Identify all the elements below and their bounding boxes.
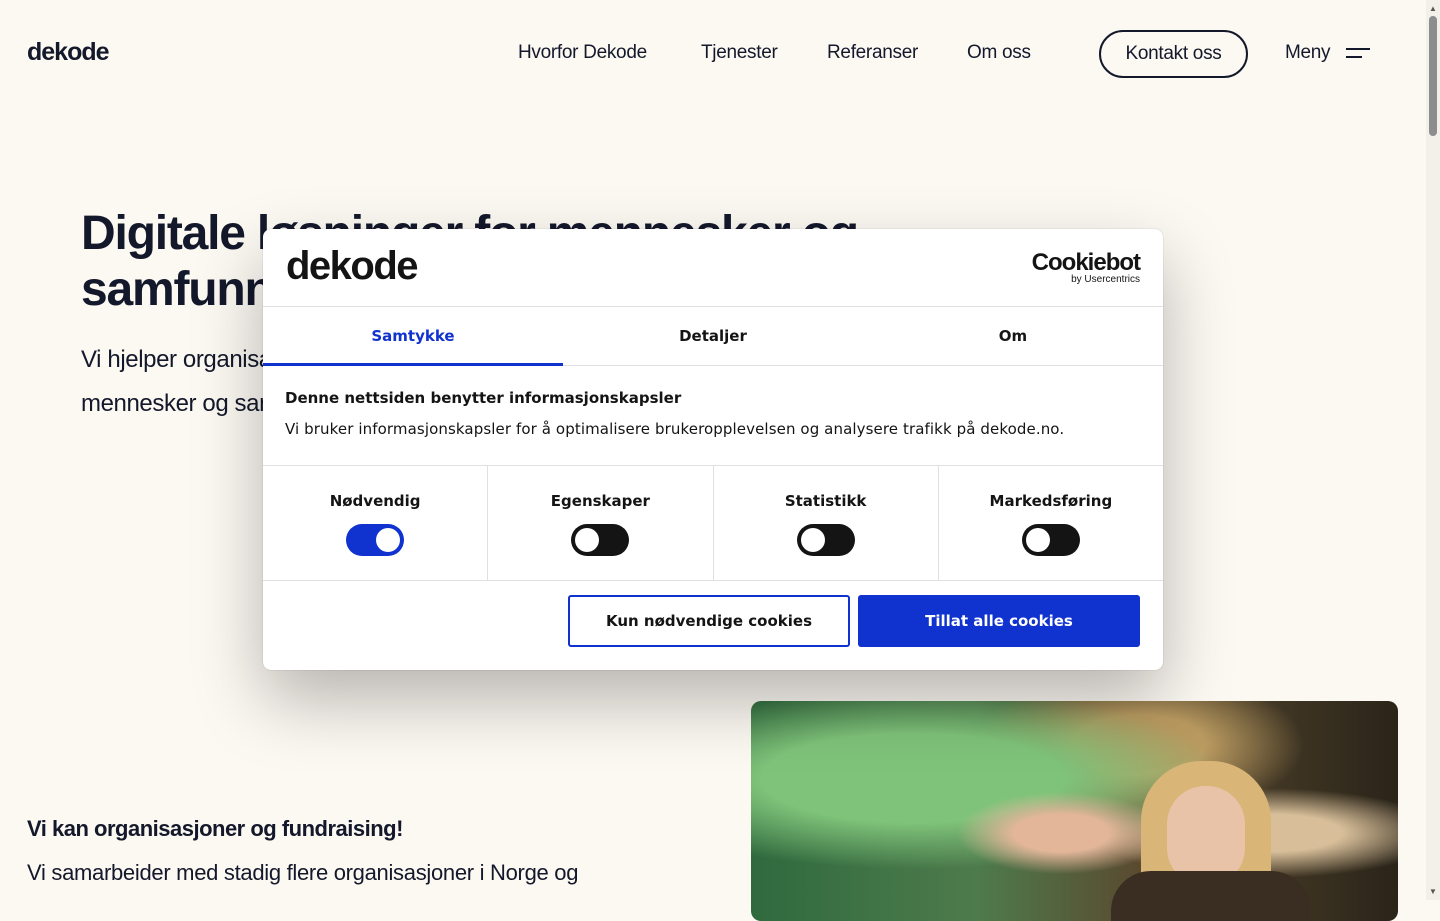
toggle-knob bbox=[575, 528, 600, 552]
section-title: Vi kan organisasjoner og fundraising! bbox=[27, 816, 403, 841]
photo-person-coat bbox=[1111, 871, 1311, 921]
cookiebot-subtitle: by Usercentrics bbox=[1071, 274, 1140, 285]
toggle-knob bbox=[1025, 528, 1050, 552]
hero-photo bbox=[751, 701, 1398, 921]
allow-all-cookies-button[interactable]: Tillat alle cookies bbox=[858, 595, 1140, 647]
egenskaper-toggle[interactable] bbox=[571, 524, 630, 556]
scroll-up-icon[interactable]: ▲ bbox=[1429, 4, 1437, 13]
hamburger-icon bbox=[1346, 46, 1371, 60]
nav-tjenester[interactable]: Tjenester bbox=[701, 42, 778, 64]
statistikk-toggle[interactable] bbox=[796, 524, 855, 556]
toggle-knob bbox=[376, 528, 401, 552]
scrollbar-thumb[interactable] bbox=[1429, 16, 1437, 136]
page-scrollbar[interactable]: ▲ ▼ bbox=[1426, 0, 1440, 900]
menu-button[interactable]: Meny bbox=[1285, 42, 1371, 64]
category-nodvendig: Nødvendig bbox=[263, 466, 489, 580]
contact-button[interactable]: Kontakt oss bbox=[1099, 30, 1248, 78]
category-egenskaper: Egenskaper bbox=[488, 466, 714, 580]
necessary-cookies-button[interactable]: Kun nødvendige cookies bbox=[568, 595, 850, 647]
dialog-logo: dekode bbox=[286, 244, 419, 288]
nav-hvorfor-dekode[interactable]: Hvorfor Dekode bbox=[518, 42, 647, 64]
tab-om[interactable]: Om bbox=[863, 307, 1163, 365]
scroll-down-icon[interactable]: ▼ bbox=[1429, 887, 1437, 896]
dialog-heading: Denne nettsiden benytter informasjonskap… bbox=[285, 389, 682, 407]
menu-label: Meny bbox=[1285, 42, 1331, 63]
tab-samtykke[interactable]: Samtykke bbox=[263, 307, 563, 366]
category-label: Markedsføring bbox=[989, 492, 1113, 510]
toggle-knob bbox=[800, 528, 825, 552]
category-label: Statistikk bbox=[784, 492, 867, 510]
category-label: Egenskaper bbox=[550, 492, 650, 510]
nav-om-oss[interactable]: Om oss bbox=[967, 42, 1031, 64]
dialog-tabs: Samtykke Detaljer Om bbox=[263, 306, 1163, 366]
site-logo[interactable]: dekode bbox=[27, 38, 110, 67]
category-label: Nødvendig bbox=[329, 492, 421, 510]
nav-referanser[interactable]: Referanser bbox=[827, 42, 918, 64]
category-statistikk: Statistikk bbox=[714, 466, 939, 580]
cookie-consent-dialog: dekode Cookiebot by Usercentrics Samtykk… bbox=[263, 229, 1163, 670]
consent-categories: Nødvendig Egenskaper Statistikk Markedsf… bbox=[263, 465, 1163, 581]
markedsforing-toggle[interactable] bbox=[1021, 524, 1080, 556]
cookiebot-name: Cookiebot bbox=[1031, 249, 1141, 276]
category-markedsforing: Markedsføring bbox=[939, 466, 1163, 580]
dialog-text: Vi bruker informasjonskapsler for å opti… bbox=[285, 420, 1065, 438]
section-text: Vi samarbeider med stadig flere organisa… bbox=[27, 860, 579, 885]
nodvendig-toggle[interactable] bbox=[346, 524, 405, 556]
tab-detaljer[interactable]: Detaljer bbox=[563, 307, 863, 365]
cookiebot-logo[interactable]: Cookiebot by Usercentrics bbox=[1031, 249, 1141, 285]
